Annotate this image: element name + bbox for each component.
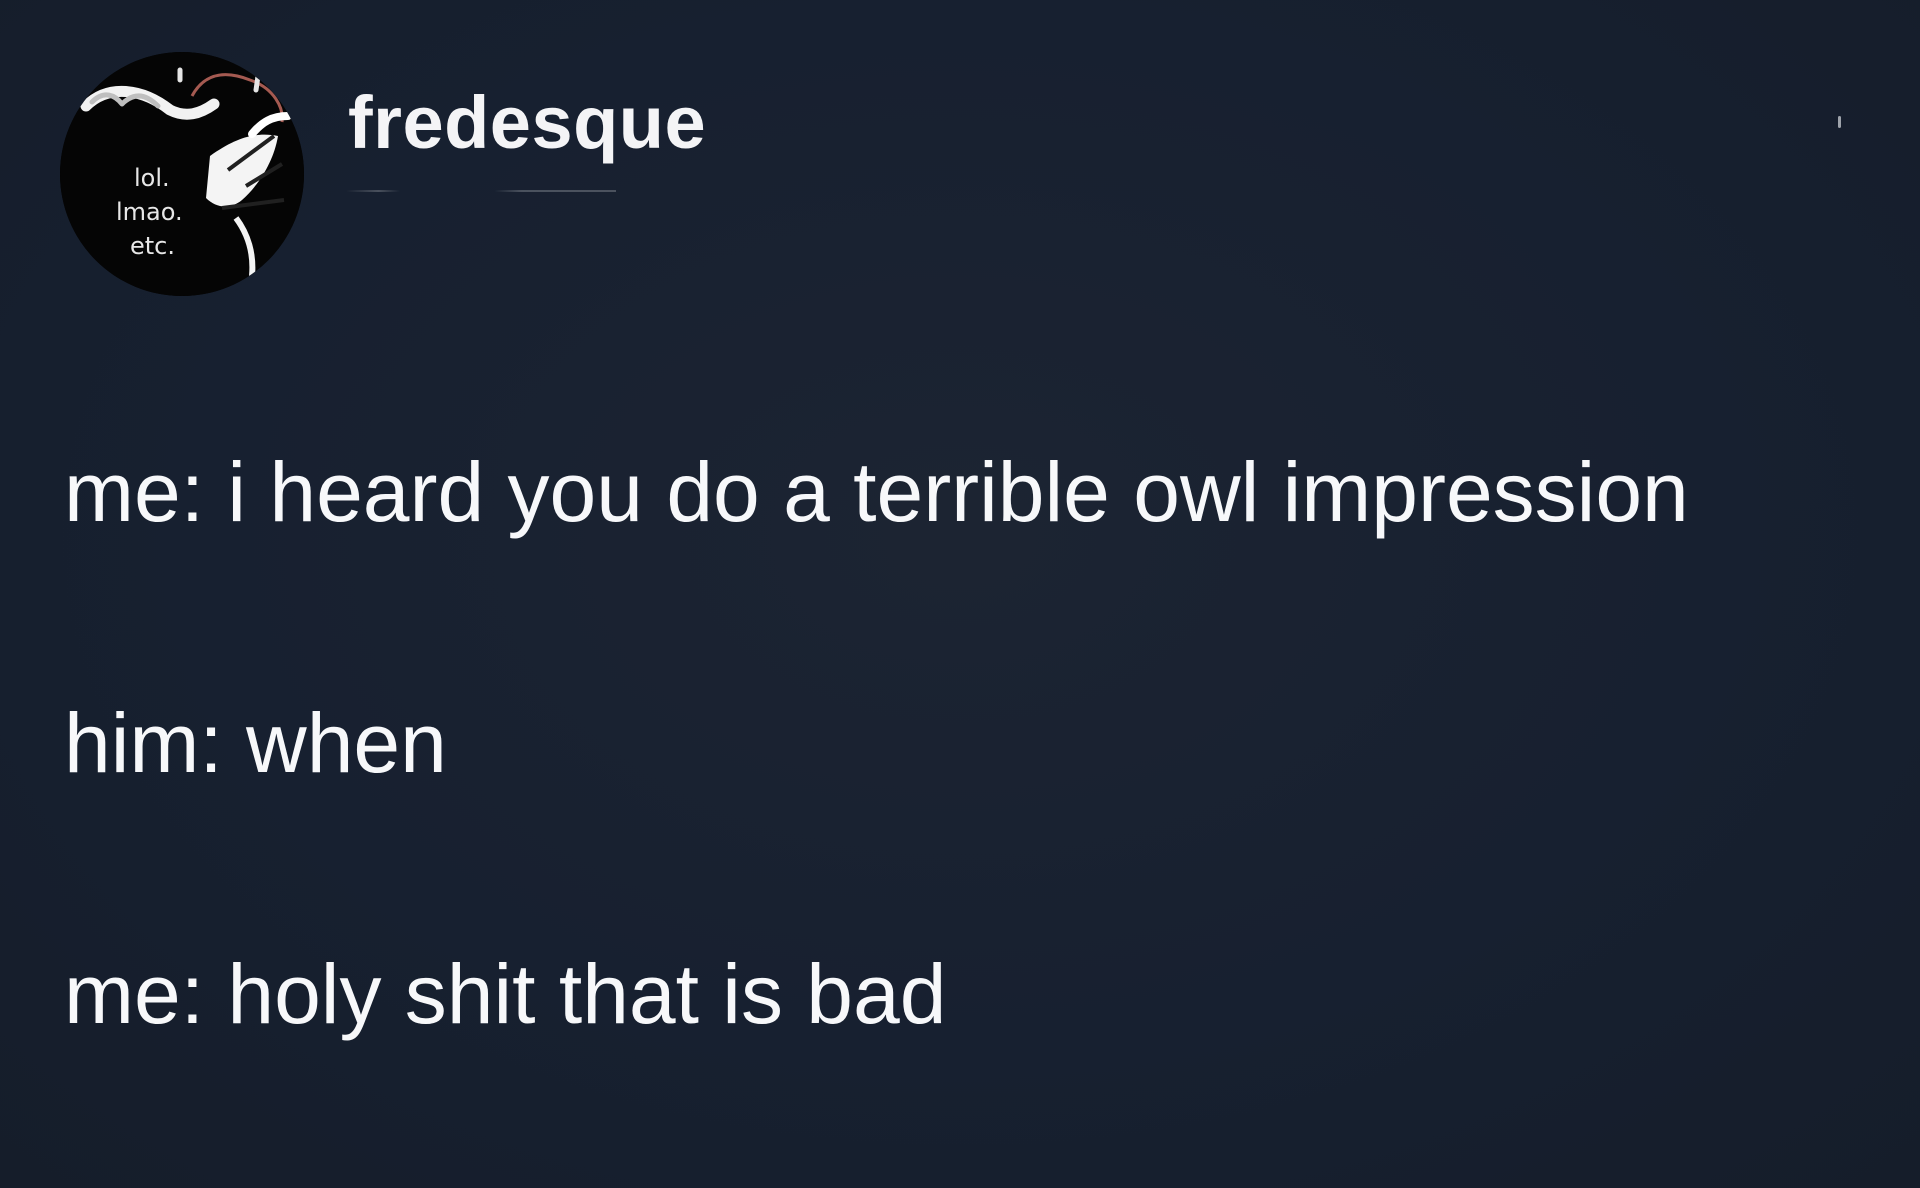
username[interactable]: fredesque <box>348 80 706 165</box>
avatar-caption-etc: etc. <box>130 232 175 260</box>
avatar[interactable]: lol. lmao. etc. <box>60 52 304 296</box>
more-options-icon[interactable] <box>1838 116 1841 128</box>
post-line-1: me: i heard you do a terrible owl impres… <box>64 445 1689 539</box>
post-card: lol. lmao. etc. fredesque me: i heard yo… <box>0 0 1920 1188</box>
avatar-caption-lol: lol. <box>134 164 170 192</box>
post-line-2: him: when <box>64 696 447 790</box>
post-header: lol. lmao. etc. fredesque <box>60 52 706 296</box>
avatar-art <box>60 52 304 296</box>
post-line-3: me: holy shit that is bad <box>64 947 947 1041</box>
username-divider <box>346 190 616 192</box>
avatar-caption-lmao: lmao. <box>116 198 183 226</box>
